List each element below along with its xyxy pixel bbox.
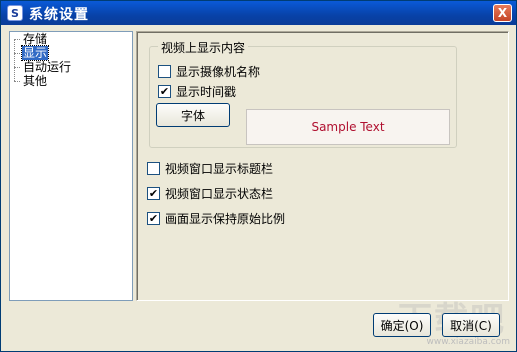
- keep-aspect-ratio-checkbox[interactable]: ✔ 画面显示保持原始比例: [147, 210, 285, 227]
- checkbox-box[interactable]: [147, 162, 160, 175]
- tree-connector: [14, 67, 20, 68]
- tree-item-autorun[interactable]: 自动运行: [22, 60, 72, 74]
- checkbox-label: 画面显示保持原始比例: [165, 212, 286, 226]
- show-window-title-checkbox[interactable]: 视频窗口显示标题栏: [147, 160, 273, 177]
- checkbox-label: 显示时间戳: [176, 85, 237, 99]
- tree-connector: [14, 53, 20, 54]
- cancel-button[interactable]: 取消(C): [442, 313, 500, 337]
- sample-text-preview: Sample Text: [246, 109, 450, 145]
- show-camera-name-checkbox[interactable]: 显示摄像机名称: [158, 63, 260, 80]
- tree-item-label: 存储: [23, 32, 48, 46]
- checkbox-label: 视频窗口显示标题栏: [165, 162, 274, 176]
- checkbox-box[interactable]: ✔: [147, 187, 160, 200]
- tree-item-label: 自动运行: [23, 60, 72, 74]
- checkbox-box[interactable]: [158, 65, 171, 78]
- tree-connector: [14, 39, 15, 81]
- ok-button[interactable]: 确定(O): [373, 313, 431, 337]
- app-icon: S: [7, 5, 23, 21]
- checkbox-label: 显示摄像机名称: [176, 65, 261, 79]
- display-settings-panel: 视频上显示内容 显示摄像机名称 ✔ 显示时间戳 字体 Sample Text 视…: [136, 31, 509, 301]
- tree-item-label: 显示: [20, 45, 50, 61]
- title-bar[interactable]: S 系统设置 X: [1, 1, 516, 25]
- tree-item-other[interactable]: 其他: [22, 74, 48, 88]
- watermark-url: www.xiazaiba.com: [426, 337, 510, 347]
- checkbox-box[interactable]: ✔: [147, 212, 160, 225]
- checkbox-label: 视频窗口显示状态栏: [165, 187, 274, 201]
- window-title: 系统设置: [29, 7, 89, 23]
- font-button[interactable]: 字体: [156, 103, 230, 127]
- show-status-bar-checkbox[interactable]: ✔ 视频窗口显示状态栏: [147, 185, 273, 202]
- show-timestamp-checkbox[interactable]: ✔ 显示时间戳: [158, 83, 236, 100]
- tree-item-display[interactable]: 显示: [20, 45, 50, 61]
- checkbox-box[interactable]: ✔: [158, 85, 171, 98]
- tree-item-label: 其他: [23, 74, 48, 88]
- tree-connector: [14, 81, 20, 82]
- settings-dialog: S 系统设置 X 存储 显示 自动运行 其他 视频上显示内容 显示摄像机名称 ✔…: [0, 0, 517, 352]
- video-overlay-group: 视频上显示内容 显示摄像机名称 ✔ 显示时间戳 字体 Sample Text: [149, 39, 457, 148]
- group-title: 视频上显示内容: [158, 39, 249, 56]
- close-button[interactable]: X: [493, 4, 512, 22]
- tree-connector: [14, 39, 20, 40]
- tree-item-storage[interactable]: 存储: [22, 32, 48, 46]
- settings-tree: 存储 显示 自动运行 其他: [9, 31, 133, 301]
